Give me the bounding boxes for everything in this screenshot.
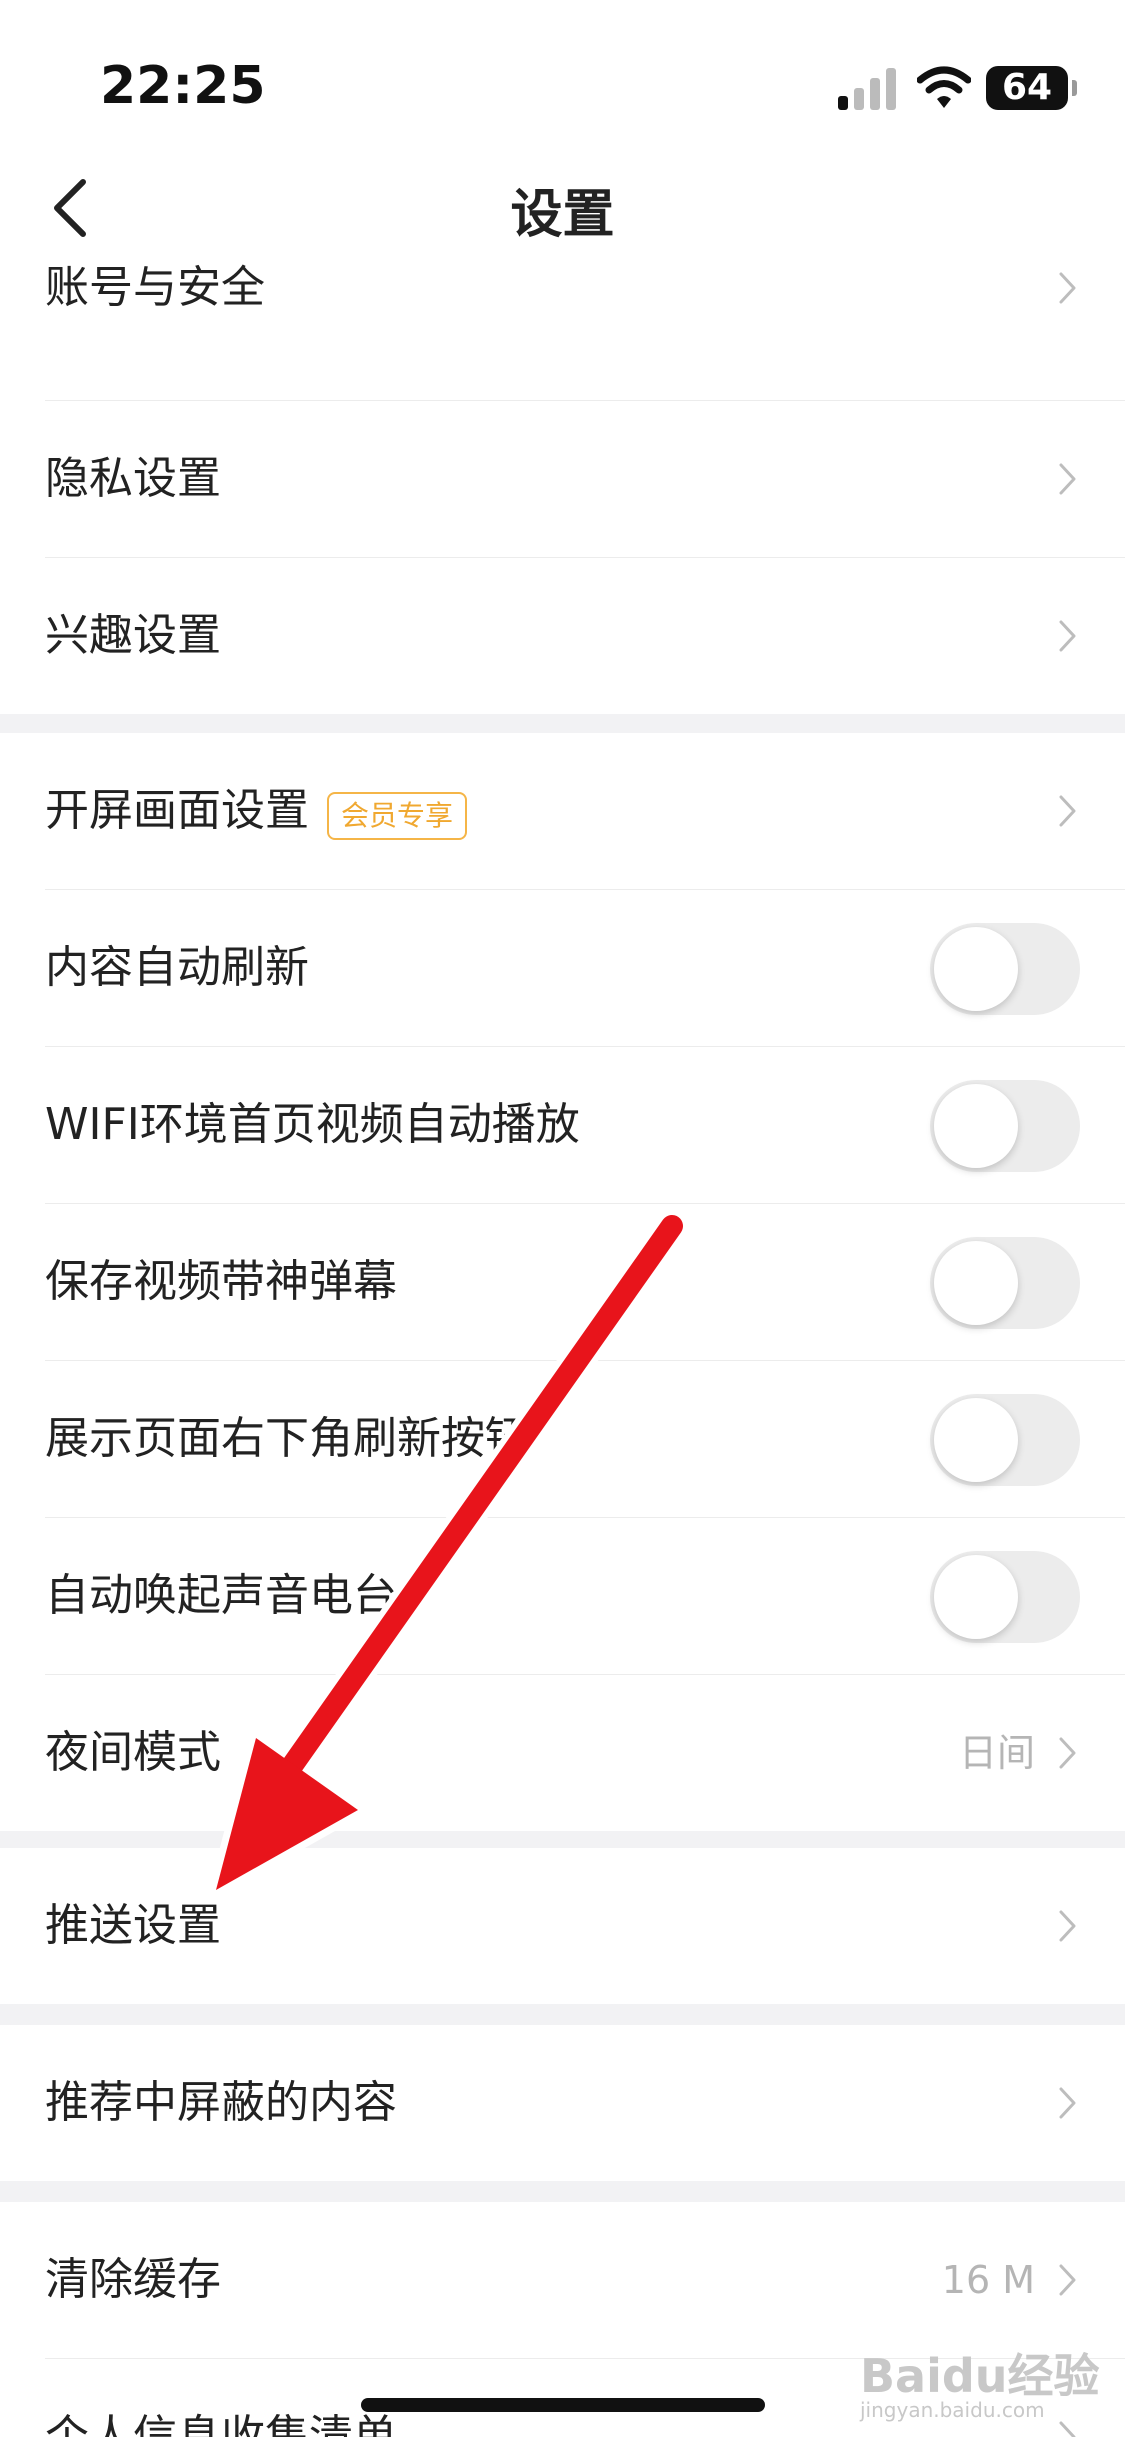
setting-row-audio-radio: 自动唤起声音电台	[45, 1518, 1125, 1675]
setting-row-clear-cache[interactable]: 清除缓存 16 M	[45, 2202, 1125, 2359]
chevron-right-icon	[1059, 795, 1076, 827]
toggle-knob	[934, 927, 1018, 1011]
setting-row-privacy[interactable]: 隐私设置	[45, 401, 1125, 558]
watermark-brand: Baidu经验	[860, 2349, 1100, 2403]
settings-group-display: 开屏画面设置 会员专享 内容自动刷新 WIFI环境首页视频自动播放 保存视频带神…	[0, 733, 1125, 1831]
chevron-right-icon	[1059, 1910, 1076, 1942]
save-danmaku-toggle[interactable]	[930, 1237, 1080, 1329]
chevron-right-icon	[1059, 1737, 1076, 1769]
toggle-knob	[934, 1084, 1018, 1168]
toggle-knob	[934, 1241, 1018, 1325]
settings-group-push: 推送设置	[0, 1848, 1125, 2004]
setting-label: WIFI环境首页视频自动播放	[45, 1099, 580, 1150]
status-bar: 22:25 64	[0, 0, 1125, 150]
audio-radio-toggle[interactable]	[930, 1551, 1080, 1643]
setting-row-blocked-content[interactable]: 推荐中屏蔽的内容	[45, 2025, 1125, 2181]
cache-size-value: 16 M	[941, 2258, 1035, 2302]
setting-row-wifi-autoplay: WIFI环境首页视频自动播放	[45, 1047, 1125, 1204]
toggle-knob	[934, 1398, 1018, 1482]
toggle-knob	[934, 1555, 1018, 1639]
chevron-right-icon	[1059, 2264, 1076, 2296]
setting-label: 开屏画面设置	[45, 785, 309, 836]
chevron-right-icon	[1059, 620, 1076, 652]
setting-label: 展示页面右下角刷新按钮	[45, 1413, 529, 1464]
setting-label: 推荐中屏蔽的内容	[45, 2077, 397, 2128]
setting-row-account-security[interactable]: 账号与安全	[45, 244, 1125, 401]
auto-refresh-toggle[interactable]	[930, 923, 1080, 1015]
setting-row-refresh-button: 展示页面右下角刷新按钮	[45, 1361, 1125, 1518]
vip-badge: 会员专享	[327, 792, 468, 840]
setting-label: 内容自动刷新	[45, 942, 309, 993]
setting-label: 账号与安全	[45, 262, 265, 313]
cellular-signal-icon	[838, 68, 896, 110]
setting-row-push[interactable]: 推送设置	[45, 1848, 1125, 2004]
setting-label: 隐私设置	[45, 453, 221, 504]
chevron-right-icon	[1059, 2421, 1076, 2437]
setting-row-night-mode[interactable]: 夜间模式 日间	[45, 1675, 1125, 1831]
setting-label: 个人信息收集清单	[45, 2411, 397, 2437]
chevron-right-icon	[1059, 463, 1076, 495]
setting-row-save-danmaku: 保存视频带神弹幕	[45, 1204, 1125, 1361]
chevron-right-icon	[1059, 2087, 1076, 2119]
setting-row-interests[interactable]: 兴趣设置	[45, 558, 1125, 714]
setting-row-auto-refresh: 内容自动刷新	[45, 890, 1125, 1047]
night-mode-value: 日间	[958, 1731, 1035, 1775]
wifi-autoplay-toggle[interactable]	[930, 1080, 1080, 1172]
settings-group-blocked: 推荐中屏蔽的内容	[0, 2025, 1125, 2181]
chevron-right-icon	[1059, 272, 1076, 304]
setting-label: 保存视频带神弹幕	[45, 1256, 397, 1307]
battery-indicator: 64	[986, 66, 1077, 110]
setting-label: 推送设置	[45, 1900, 221, 1951]
setting-row-splash-screen[interactable]: 开屏画面设置 会员专享	[45, 733, 1125, 890]
setting-label: 自动唤起声音电台	[45, 1570, 397, 1621]
setting-label: 兴趣设置	[45, 610, 221, 661]
home-indicator[interactable]	[361, 2398, 765, 2412]
setting-label: 清除缓存	[45, 2254, 221, 2305]
wifi-icon	[917, 66, 971, 108]
setting-label: 夜间模式	[45, 1727, 221, 1778]
settings-group-account: 账号与安全 隐私设置 兴趣设置	[0, 244, 1125, 714]
status-time: 22:25	[100, 56, 266, 116]
watermark-url: jingyan.baidu.com	[860, 2398, 1045, 2422]
refresh-button-toggle[interactable]	[930, 1394, 1080, 1486]
